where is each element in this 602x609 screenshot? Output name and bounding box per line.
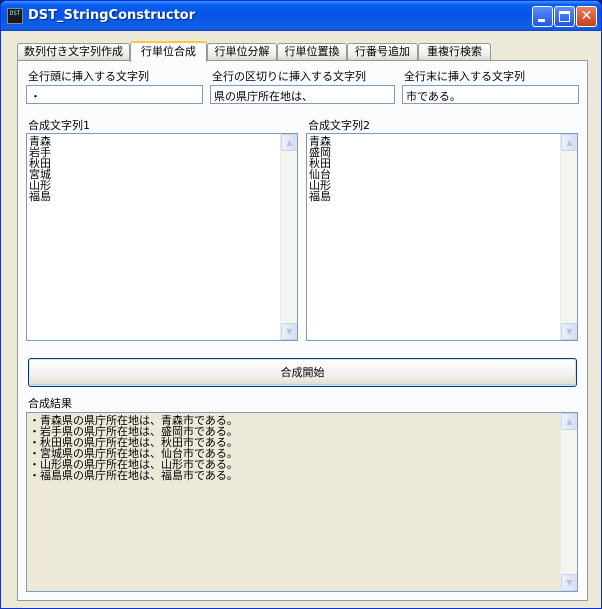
- start-combine-button[interactable]: 合成開始: [28, 358, 577, 387]
- scroll-up-arrow-icon[interactable]: ▲: [561, 413, 577, 430]
- prefix-label: 全行頭に挿入する文字列: [28, 70, 149, 83]
- list1-lines: 青森 岩手 秋田 宮城 山形 福島: [29, 136, 51, 202]
- result-scrollbar[interactable]: ▲ ▼: [560, 413, 577, 591]
- tab-line-split[interactable]: 行単位分解: [207, 43, 277, 61]
- list2-textarea[interactable]: 青森 盛岡 秋田 仙台 山形 福島 ▲ ▼: [306, 133, 578, 341]
- prefix-input[interactable]: ・: [26, 85, 203, 104]
- suffix-label: 全行末に挿入する文字列: [404, 70, 525, 83]
- list-item: 福島: [29, 190, 51, 203]
- result-lines: ・青森県の県庁所在地は、青森市である。 ・岩手県の県庁所在地は、盛岡市である。 …: [29, 415, 238, 481]
- result-textarea[interactable]: ・青森県の県庁所在地は、青森市である。 ・岩手県の県庁所在地は、盛岡市である。 …: [26, 412, 578, 592]
- tab-panel-line-combine: 全行頭に挿入する文字列 全行の区切りに挿入する文字列 全行末に挿入する文字列 ・…: [17, 60, 588, 601]
- list1-textarea[interactable]: 青森 岩手 秋田 宮城 山形 福島 ▲ ▼: [26, 133, 298, 341]
- tab-add-line-number[interactable]: 行番号追加: [347, 43, 418, 61]
- close-button[interactable]: ✕: [576, 6, 597, 27]
- maximize-button[interactable]: [554, 6, 575, 27]
- list1-scrollbar[interactable]: ▲ ▼: [280, 134, 297, 340]
- result-label: 合成結果: [28, 397, 72, 410]
- tab-line-replace[interactable]: 行単位置換: [277, 43, 347, 61]
- scroll-down-arrow-icon[interactable]: ▼: [281, 323, 297, 340]
- minimize-button[interactable]: [532, 6, 553, 27]
- tab-numbered-string[interactable]: 数列付き文字列作成: [17, 43, 130, 61]
- scroll-up-arrow-icon[interactable]: ▲: [561, 134, 577, 151]
- scroll-up-arrow-icon[interactable]: ▲: [281, 134, 297, 151]
- list2-scrollbar[interactable]: ▲ ▼: [560, 134, 577, 340]
- tab-line-combine[interactable]: 行単位合成: [130, 41, 207, 62]
- close-icon: ✕: [580, 8, 593, 24]
- result-line: ・福島県の県庁所在地は、福島市である。: [29, 469, 238, 482]
- list2-label: 合成文字列2: [308, 119, 370, 132]
- list1-label: 合成文字列1: [28, 119, 90, 132]
- maximize-icon: [559, 11, 570, 22]
- separator-input[interactable]: 県の県庁所在地は、: [210, 85, 395, 104]
- list2-lines: 青森 盛岡 秋田 仙台 山形 福島: [309, 136, 331, 202]
- title-bar[interactable]: DST DST_StringConstructor ✕: [1, 1, 601, 31]
- list-item: 福島: [309, 190, 331, 203]
- scroll-down-arrow-icon[interactable]: ▼: [561, 323, 577, 340]
- tab-find-duplicates[interactable]: 重複行検索: [418, 43, 491, 61]
- app-window: DST DST_StringConstructor ✕ 数列付き文字列作成 行単…: [0, 0, 602, 609]
- suffix-input[interactable]: 市である。: [402, 85, 579, 104]
- separator-label: 全行の区切りに挿入する文字列: [212, 70, 366, 83]
- scroll-down-arrow-icon[interactable]: ▼: [561, 574, 577, 591]
- minimize-icon: [538, 19, 545, 22]
- app-icon: DST: [7, 8, 23, 24]
- window-title: DST_StringConstructor: [28, 8, 196, 23]
